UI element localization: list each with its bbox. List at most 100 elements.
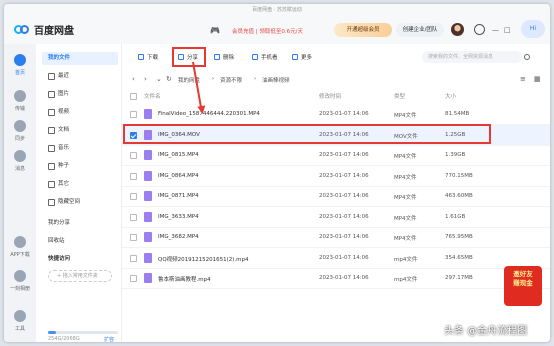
nav-home-label: 首页 [14,70,25,76]
nav-transfer[interactable]: 传输 [4,90,36,112]
video-file-icon [144,109,152,119]
file-type: MP4文件 [394,113,417,119]
more-dots-icon [292,54,298,60]
hi-assistant-badge[interactable]: Hi [521,20,545,38]
video-file-icon [144,252,152,263]
video-file-icon [144,211,152,222]
maximize-icon[interactable]: □ [504,26,511,34]
gamepad-icon[interactable]: 🎮 [210,26,220,35]
sidebar-item-videos[interactable]: 视频 [42,106,118,119]
sidebar-item-hidden-space[interactable]: 隐藏空间 [42,196,118,209]
promo-line-1: 邀好友 [513,270,533,278]
row-checkbox[interactable] [130,234,137,241]
invite-promo-banner[interactable]: 邀好友 赚现金 [504,266,542,306]
row-checkbox[interactable] [130,193,137,200]
sidebar-item-seeds[interactable]: 种子 [42,160,118,173]
file-size: 770.15MB [445,172,473,179]
table-row[interactable]: IMG_0864.MP4 2023-01-07 14:06 MP4文件 770.15M… [122,166,550,187]
dropdown-icon[interactable]: ⌄ [156,75,162,83]
storage-fill [48,331,57,334]
row-checkbox[interactable] [130,254,137,262]
more-button[interactable]: 更多 [292,52,312,64]
avatar[interactable] [451,23,464,36]
select-all-checkbox[interactable] [130,93,137,100]
file-name[interactable]: 鲁本斯油画教程.mp4 [158,275,211,283]
file-name[interactable]: QQ视频20191215201651(2).mp4 [158,255,249,263]
breadcrumb-item[interactable]: 油画棒视频 [262,76,290,84]
file-name[interactable]: FinalVideo_1587446444.220301.MP4 [158,111,260,117]
file-name[interactable]: IMG_3682.MP4 [158,234,199,240]
table-row[interactable]: IMG_0815.MP4 2023-01-07 14:06 MP4文件 1.39GB [122,145,550,166]
forward-arrow-icon[interactable]: › [144,75,147,83]
table-row[interactable]: QQ视频20191215201651(2).mp4 2023-01-07 14:0… [122,248,550,269]
title-bar: 百度网盘 · 苏苏赋运动 百度网盘 🎮 会员充值 | 领取低至0.6元/天 开通… [4,4,550,44]
breadcrumb-separator: › [254,76,257,82]
nav-message[interactable]: 消息 [4,150,36,172]
nav-home[interactable]: 首页 [4,54,36,76]
create-enterprise-button[interactable]: 创建企业/团队 [396,23,444,37]
sidebar-item-music[interactable]: 音乐 [42,142,118,155]
add-quick-folder-button[interactable]: + 拖入常用文件夹 [48,270,112,282]
search-input[interactable]: 搜索我的文件、全网资源消息 [422,51,522,63]
header-size[interactable]: 大小 [445,92,456,100]
more-icon [48,181,55,188]
storage-text: 254G/2068G [48,336,80,342]
file-name[interactable]: IMG_3633.MP4 [158,214,199,220]
header-name[interactable]: 文件名 [144,92,161,100]
header-type[interactable]: 类型 [394,92,405,100]
sidebar-item-my-share[interactable]: 我的分享 [48,218,70,226]
breadcrumb-item[interactable]: 资源不限 [220,76,242,84]
table-row[interactable]: FinalVideo_1587446444.220301.MP4 2023-01-… [122,104,550,125]
row-checkbox[interactable] [130,111,137,118]
sidebar-item-quick-access[interactable]: 快捷访问 [48,254,70,262]
minimize-icon[interactable]: — [492,26,499,34]
table-row[interactable]: 鲁本斯油画教程.mp4 2023-01-07 14:06 mp4文件 297.17MB [122,268,550,289]
phone-view-label: 手机看 [261,55,278,61]
music-icon [48,145,55,152]
phone-view-button[interactable]: 手机看 [252,52,278,64]
sidebar-item-images[interactable]: 图片 [42,88,118,101]
header-date[interactable]: 修改时间 [319,92,341,100]
file-name[interactable]: IMG_0871.MP4 [158,193,199,199]
toolbar: 下载 分享 删除 手机看 更多 搜索我的文件、全网资源消息 [122,44,550,70]
table-row[interactable]: IMG_3633.MP4 2023-01-07 14:06 MP4文件 1.61GB [122,207,550,228]
sort-icon[interactable]: ≡ [520,75,526,83]
row-checkbox[interactable] [130,152,137,159]
grid-view-icon[interactable]: ▦ [534,75,541,83]
sidebar-item-other[interactable]: 其它 [42,178,118,191]
nav-tools[interactable]: 工具 [4,310,36,332]
row-checkbox[interactable] [130,172,137,180]
row-checkbox[interactable] [130,213,137,221]
sidebar-item-recent[interactable]: 最近 [42,70,118,83]
nav-sync[interactable]: 同步 [4,120,36,142]
download-button[interactable]: 下载 [138,52,158,64]
table-row[interactable]: IMG_0871.MP4 2023-01-07 14:06 MP4文件 463.60M… [122,186,550,207]
sidebar-item-my-files[interactable]: 我的文件 [42,52,118,65]
file-type: mp4文件 [394,277,418,283]
open-vip-button[interactable]: 开通超级会员 [334,23,392,37]
expand-storage-link[interactable]: 扩容 [104,336,114,342]
settings-gear-icon[interactable] [474,24,485,35]
sidebar-item-label: 其它 [58,181,70,187]
file-name[interactable]: IMG_0864.MP4 [158,173,199,179]
back-arrow-icon[interactable]: ‹ [132,75,135,83]
refresh-icon[interactable]: ↻ [166,75,172,83]
download-icon [138,54,144,60]
nav-album[interactable]: 一刻相册 [4,270,36,292]
member-recharge-link[interactable]: 会员充值 | 领取低至0.6元/天 [232,27,303,35]
sidebar-item-documents[interactable]: 文档 [42,124,118,137]
row-checkbox[interactable] [130,275,137,282]
storage-bar [48,331,118,334]
app-logo[interactable]: 百度网盘 [14,22,74,37]
sidebar-item-recycle[interactable]: 回收站 [48,236,65,244]
file-size: 354.65MB [445,254,473,261]
file-type: MP4文件 [394,154,417,160]
file-date: 2023-01-07 14:06 [319,193,369,199]
search-icon[interactable] [524,54,530,60]
file-name[interactable]: IMG_0815.MP4 [158,152,199,158]
breadcrumb-separator: › [212,76,215,82]
nav-app-download[interactable]: APP下载 [4,236,36,258]
table-row[interactable]: IMG_3682.MP4 2023-01-07 14:06 MP4文件 765.95M… [122,227,550,248]
delete-button[interactable]: 删除 [214,52,234,64]
video-icon [48,109,55,116]
